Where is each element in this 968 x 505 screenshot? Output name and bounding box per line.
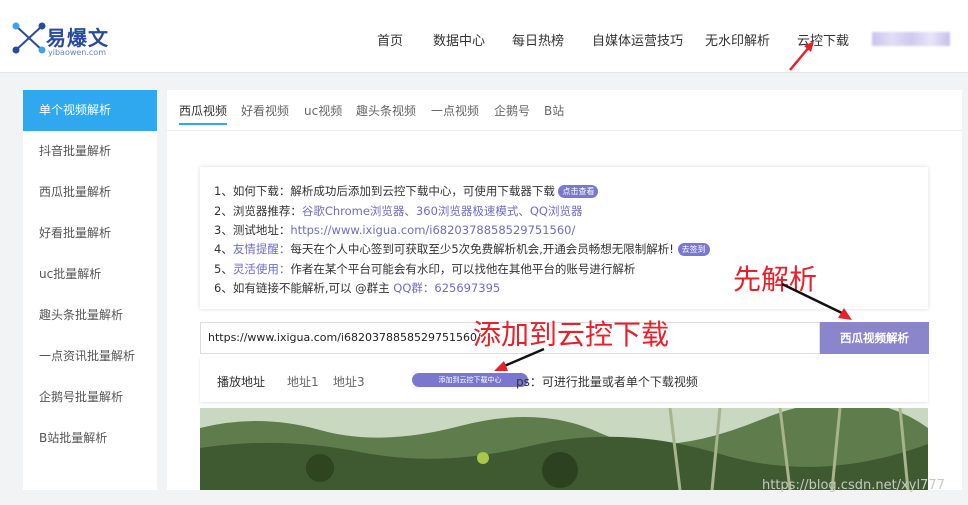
notice-line-4-num: 4、 bbox=[214, 242, 233, 256]
notice-line-4-highlight: 友情提醒： bbox=[232, 242, 291, 256]
user-avatar-blurred[interactable] bbox=[872, 32, 950, 46]
nav-no-watermark[interactable]: 无水印解析 bbox=[705, 30, 770, 49]
ps-hint: ps：可进行批量或者单个下载视频 bbox=[516, 375, 698, 389]
annotation-arrow-icon bbox=[789, 41, 814, 71]
notice-line-5: 5、灵活使用：作者在某个平台可能会有水印，可以找他在其他平台的账号进行解析 bbox=[214, 261, 635, 277]
platform-tabs: 西瓜视频 好看视频 uc视频 趣头条视频 一点视频 企鹅号 B站 bbox=[167, 90, 962, 131]
tab-yidian[interactable]: 一点视频 bbox=[431, 102, 479, 119]
xigua-parse-button[interactable]: 西瓜视频解析 bbox=[820, 322, 929, 354]
top-header: 易爆文 yibaowen.com 首页 数据中心 每日热榜 自媒体运营技巧 无水… bbox=[0, 0, 968, 73]
annotation-arrow-add-icon bbox=[494, 347, 545, 371]
annotation-arrow-parse-icon bbox=[781, 282, 852, 320]
test-url-link[interactable]: https://www.ixigua.com/i6820378858529751… bbox=[290, 223, 575, 237]
nav-home[interactable]: 首页 bbox=[377, 30, 403, 49]
logo-name: 易爆文 bbox=[46, 26, 109, 50]
notice-line-6-text: 6、如有链接不能解析,可以 @群主 bbox=[214, 281, 394, 295]
nav-media-tips[interactable]: 自媒体运营技巧 bbox=[592, 30, 683, 49]
view-pill-button[interactable]: 点击查看 bbox=[558, 185, 599, 198]
logo-molecule-icon bbox=[12, 22, 46, 54]
nav-daily-hot[interactable]: 每日热榜 bbox=[512, 30, 564, 49]
sidebar-item-haokan-batch[interactable]: 好看批量解析 bbox=[23, 213, 157, 254]
sidebar-item-single-parse[interactable]: 单个视频解析 bbox=[23, 90, 157, 131]
notice-line-2-text: 2、浏览器推荐： bbox=[214, 204, 302, 218]
notice-line-1-text: 1、如何下载：解析成功后添加到云控下载中心，可使用下载器下载 bbox=[214, 184, 555, 198]
tab-haokan[interactable]: 好看视频 bbox=[241, 102, 289, 119]
nav-data-center[interactable]: 数据中心 bbox=[433, 30, 485, 49]
tab-qiehao[interactable]: 企鹅号 bbox=[494, 102, 530, 119]
sidebar-item-yidian-batch[interactable]: 一点资讯批量解析 bbox=[23, 336, 157, 377]
tab-qutoutiao[interactable]: 趣头条视频 bbox=[356, 102, 416, 119]
notice-line-4: 4、友情提醒：每天在个人中心签到可获取至少5次免费解析机会,开通会员畅想无限制解… bbox=[214, 241, 710, 257]
sidebar-item-qiehao-batch[interactable]: 企鹅号批量解析 bbox=[23, 377, 157, 418]
notice-line-1: 1、如何下载：解析成功后添加到云控下载中心，可使用下载器下载 点击查看 bbox=[214, 183, 599, 199]
qq-group-link[interactable]: QQ群：625697395 bbox=[393, 281, 500, 295]
browser-links[interactable]: 谷歌Chrome浏览器、360浏览器极速模式、QQ浏览器 bbox=[302, 204, 583, 218]
notice-line-5-num: 5、 bbox=[214, 262, 233, 276]
blog-watermark: https://blog.csdn.net/xyl777 bbox=[762, 478, 945, 493]
play-address-row: 播放地址 地址1 地址3 添加到云控下载中心 ps：可进行批量或者单个下载视频 bbox=[200, 358, 928, 402]
notice-line-6: 6、如有链接不能解析,可以 @群主 QQ群：625697395 bbox=[214, 280, 500, 296]
add-to-cloud-button[interactable]: 添加到云控下载中心 bbox=[412, 373, 528, 387]
tab-uc[interactable]: uc视频 bbox=[304, 102, 342, 119]
notice-line-4-text: 每天在个人中心签到可获取至少5次免费解析机会,开通会员畅想无限制解析! bbox=[290, 242, 674, 256]
tab-bilibili[interactable]: B站 bbox=[544, 102, 564, 119]
notice-line-5-text: 作者在某个平台可能会有水印，可以找他在其他平台的账号进行解析 bbox=[290, 262, 636, 276]
notice-line-2: 2、浏览器推荐：谷歌Chrome浏览器、360浏览器极速模式、QQ浏览器 bbox=[214, 203, 583, 219]
sidebar-item-xigua-batch[interactable]: 西瓜批量解析 bbox=[23, 172, 157, 213]
sidebar-item-qutoutiao-batch[interactable]: 趣头条批量解析 bbox=[23, 295, 157, 336]
notice-line-3-text: 3、测试地址： bbox=[214, 223, 291, 237]
sidebar-item-uc-batch[interactable]: uc批量解析 bbox=[23, 254, 157, 295]
site-logo[interactable]: 易爆文 yibaowen.com bbox=[12, 18, 112, 62]
sidebar: 单个视频解析 抖音批量解析 西瓜批量解析 好看批量解析 uc批量解析 趣头条批量… bbox=[23, 90, 157, 490]
logo-domain: yibaowen.com bbox=[48, 48, 106, 57]
address-1-link[interactable]: 地址1 bbox=[287, 373, 319, 390]
sidebar-item-douyin-batch[interactable]: 抖音批量解析 bbox=[23, 131, 157, 172]
tab-xigua[interactable]: 西瓜视频 bbox=[179, 102, 228, 125]
sidebar-item-bilibili-batch[interactable]: B站批量解析 bbox=[23, 418, 157, 459]
notice-line-5-highlight: 灵活使用： bbox=[232, 262, 291, 276]
play-address-label: 播放地址 bbox=[217, 375, 266, 389]
address-3-link[interactable]: 地址3 bbox=[333, 373, 365, 390]
notice-line-3: 3、测试地址：https://www.ixigua.com/i682037885… bbox=[214, 222, 575, 238]
signin-pill-button[interactable]: 去签到 bbox=[677, 243, 710, 256]
